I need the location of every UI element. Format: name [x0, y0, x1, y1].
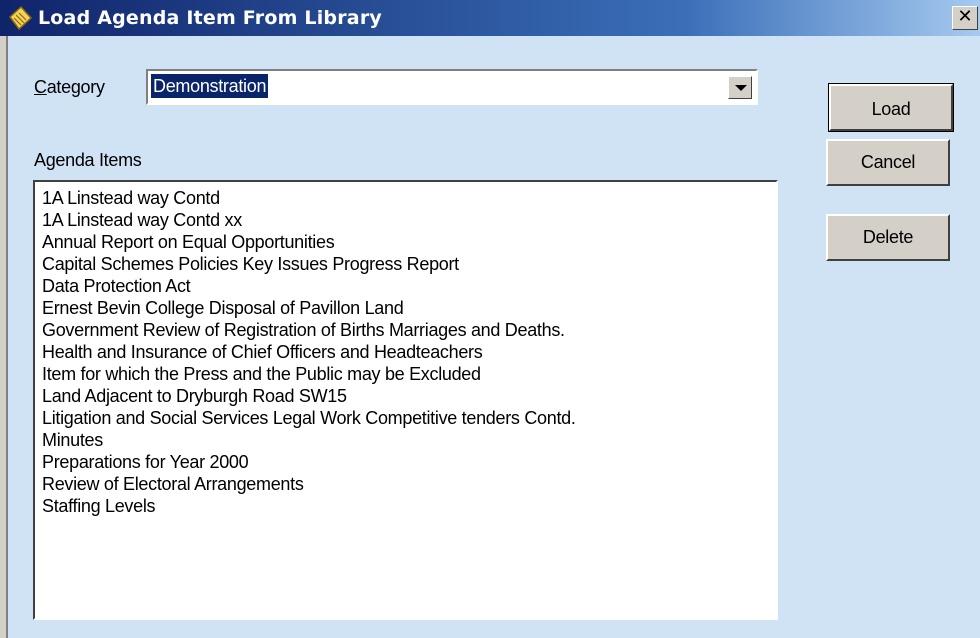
category-dropdown[interactable]: Demonstration	[146, 69, 758, 105]
list-item[interactable]: Data Protection Act	[35, 275, 776, 297]
category-label: Category	[34, 77, 105, 97]
cancel-button[interactable]: Cancel	[826, 139, 950, 186]
window-left-edge	[0, 36, 8, 638]
agenda-items-list[interactable]: 1A Linstead way Contd 1A Linstead way Con…	[33, 180, 778, 620]
agenda-items-label: Agenda Items	[34, 150, 142, 170]
list-item[interactable]: 1A Linstead way Contd	[35, 187, 776, 209]
window-title: Load Agenda Item From Library	[38, 7, 382, 29]
list-item[interactable]: Litigation and Social Services Legal Wor…	[35, 407, 776, 429]
close-icon: ✕	[957, 6, 973, 27]
category-selected-value: Demonstration	[151, 74, 269, 98]
list-item[interactable]: Staffing Levels	[35, 495, 776, 517]
notepad-icon	[8, 5, 33, 31]
list-item[interactable]: Land Adjacent to Dryburgh Road SW15	[35, 385, 776, 407]
title-bar: Load Agenda Item From Library ✕	[0, 0, 980, 36]
close-button[interactable]: ✕	[952, 6, 978, 30]
list-item[interactable]: Capital Schemes Policies Key Issues Prog…	[35, 253, 776, 275]
delete-button[interactable]: Delete	[826, 214, 950, 261]
list-item[interactable]: Government Review of Registration of Bir…	[35, 319, 776, 341]
list-item[interactable]: Minutes	[35, 429, 776, 451]
list-item[interactable]: 1A Linstead way Contd xx	[35, 209, 776, 231]
list-item[interactable]: Review of Electoral Arrangements	[35, 473, 776, 495]
load-button[interactable]: Load	[828, 83, 954, 132]
list-item[interactable]: Annual Report on Equal Opportunities	[35, 231, 776, 253]
chevron-down-icon[interactable]	[728, 76, 752, 99]
list-item[interactable]: Preparations for Year 2000	[35, 451, 776, 473]
list-item[interactable]: Ernest Bevin College Disposal of Pavillo…	[35, 297, 776, 319]
list-item[interactable]: Health and Insurance of Chief Officers a…	[35, 341, 776, 363]
list-item[interactable]: Item for which the Press and the Public …	[35, 363, 776, 385]
